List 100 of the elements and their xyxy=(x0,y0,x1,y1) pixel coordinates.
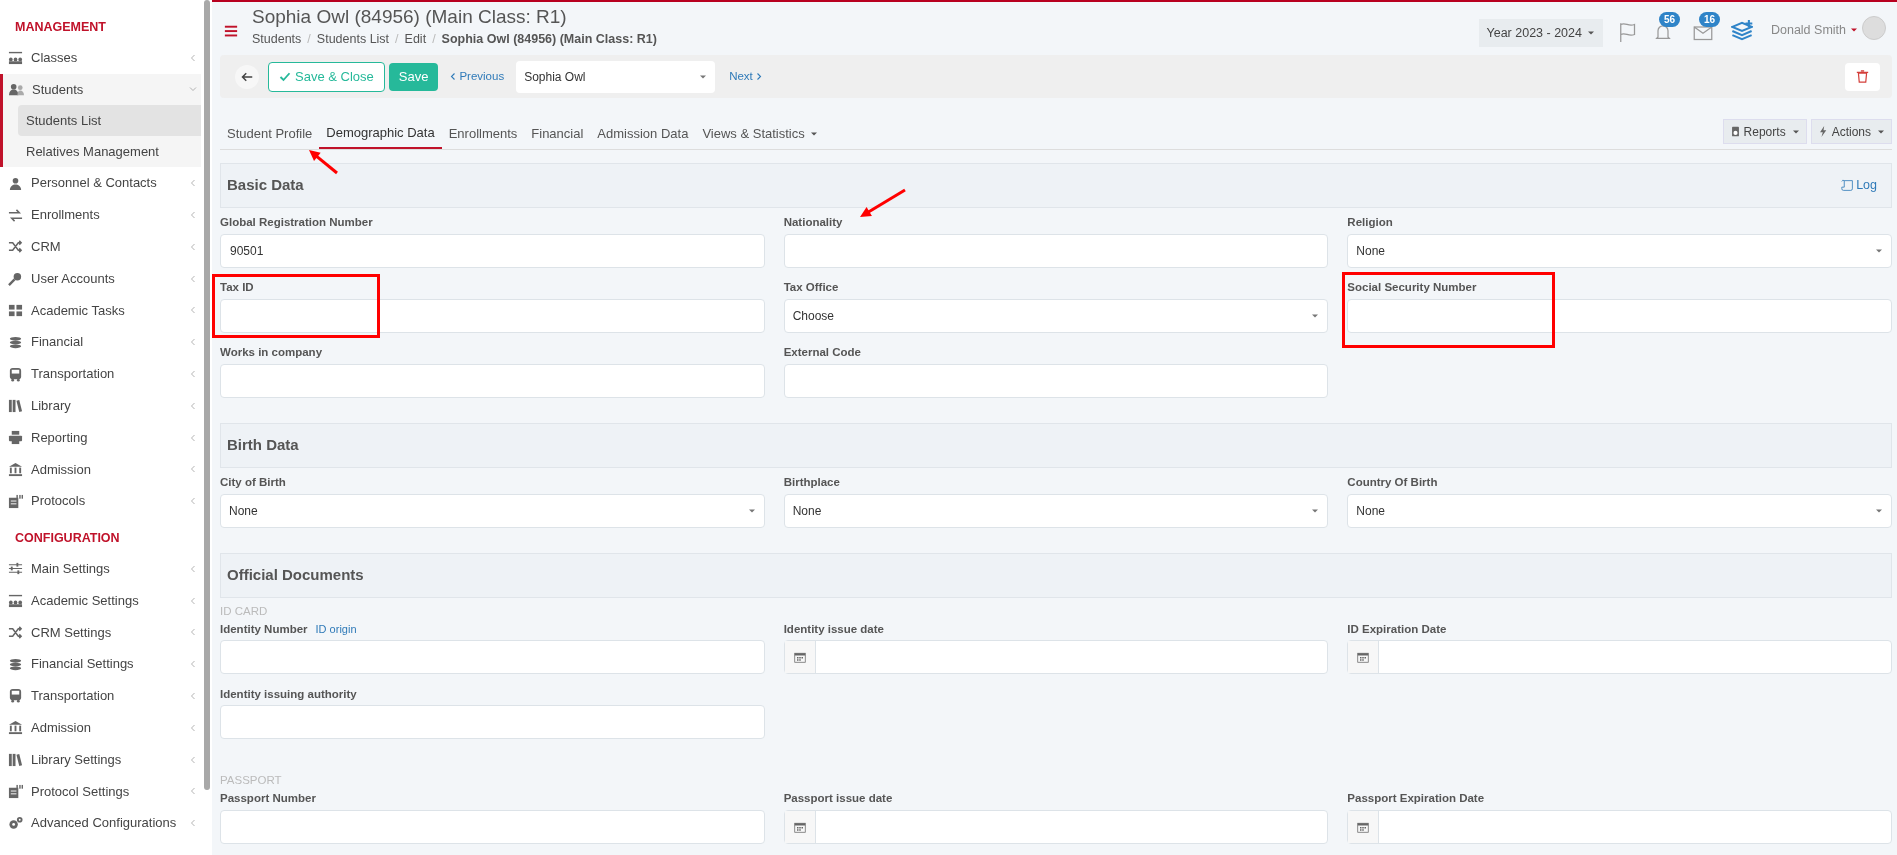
input-field[interactable]: 90501 xyxy=(220,234,765,268)
field-label: Passport Expiration Date xyxy=(1347,790,1485,806)
breadcrumb-link[interactable]: Students List xyxy=(316,30,390,49)
field-label: Birthplace xyxy=(783,475,840,491)
sidebar-item[interactable]: Advanced Configurations xyxy=(0,807,201,840)
scrollbar[interactable] xyxy=(203,0,210,790)
sidebar-item[interactable]: Personnel & Contacts xyxy=(0,167,201,200)
back-button[interactable] xyxy=(235,64,259,89)
tab[interactable]: Enrollments xyxy=(441,118,525,149)
sidebar-subitem[interactable]: Students List xyxy=(18,105,201,137)
input-field[interactable] xyxy=(783,364,1329,398)
chevron-left-icon xyxy=(189,370,197,378)
input-field[interactable] xyxy=(1347,299,1892,333)
caret-down-icon xyxy=(1875,247,1883,255)
sidebar-item[interactable]: Financial xyxy=(0,326,201,359)
calendar-icon xyxy=(793,820,806,833)
sidebar-item[interactable]: CRM xyxy=(0,230,201,263)
sidebar-subitem[interactable]: Relatives Management xyxy=(18,136,201,168)
select-field[interactable]: None xyxy=(1347,234,1892,268)
bank-icon xyxy=(8,461,23,477)
sidebar-item[interactable]: Classes xyxy=(0,41,201,74)
sidebar-item[interactable]: Academic Tasks xyxy=(0,294,201,327)
select-field[interactable]: None xyxy=(220,494,765,528)
chevron-left-icon xyxy=(189,401,197,410)
date-field[interactable] xyxy=(1347,640,1892,675)
tab[interactable]: Views & Statistics xyxy=(695,118,825,149)
section-title: Birth Data xyxy=(227,435,300,456)
input-field[interactable] xyxy=(783,234,1329,268)
calendar-icon xyxy=(793,651,806,664)
tab[interactable]: Student Profile xyxy=(220,118,320,149)
caret-down-icon xyxy=(1586,29,1595,37)
sidebar-item[interactable]: Reporting xyxy=(0,421,201,454)
caret-down-icon xyxy=(1311,312,1320,320)
chevron-left-icon xyxy=(189,819,197,828)
sidebar-item[interactable]: Admission xyxy=(0,711,201,744)
sidebar-item[interactable]: Protocol Settings xyxy=(0,775,201,808)
dropdown-button[interactable]: Actions xyxy=(1810,119,1892,144)
breadcrumb-link[interactable]: Edit xyxy=(404,30,427,49)
field-label: Religion xyxy=(1347,215,1393,231)
printer-icon xyxy=(8,430,23,446)
date-field[interactable] xyxy=(783,809,1329,844)
scroll-icon xyxy=(1841,179,1855,192)
dropdown-button[interactable]: Reports xyxy=(1722,119,1807,144)
sidebar-item[interactable]: Admission xyxy=(0,453,201,486)
previous-link[interactable]: Previous xyxy=(449,67,505,86)
chevron-left-icon xyxy=(189,497,197,506)
field-label: ID Expiration Date xyxy=(1347,621,1447,637)
input-field[interactable] xyxy=(220,299,765,333)
chevron-down-icon xyxy=(189,85,197,94)
swap-arrows-icon xyxy=(8,207,23,223)
next-link[interactable]: Next xyxy=(729,67,763,86)
tab[interactable]: Admission Data xyxy=(590,118,696,149)
layers-plus-icon xyxy=(1730,20,1753,42)
date-field[interactable] xyxy=(783,640,1329,675)
sidebar-item[interactable]: Enrollments xyxy=(0,199,201,231)
annotation-arrow xyxy=(309,150,338,175)
chevron-left-icon xyxy=(189,274,197,283)
input-field[interactable] xyxy=(220,640,765,675)
tab[interactable]: Demographic Data xyxy=(319,118,442,149)
section-heading: CONFIGURATION xyxy=(14,530,121,548)
gears-icon xyxy=(8,815,23,831)
sidebar-item[interactable]: Library xyxy=(0,389,201,422)
coins-icon xyxy=(8,656,23,672)
breadcrumb-separator: / xyxy=(307,31,311,48)
year-selector[interactable]: Year 2023 - 2024 xyxy=(1478,19,1603,47)
sidebar-item[interactable]: Transportation xyxy=(0,358,201,390)
sidebar-item[interactable]: Academic Settings xyxy=(0,584,201,617)
log-link[interactable]: Log xyxy=(1841,176,1877,195)
grid-icon xyxy=(8,302,23,318)
breadcrumb-separator: / xyxy=(395,31,399,48)
field-label: Identity issue date xyxy=(783,621,884,637)
bank-icon xyxy=(8,720,23,736)
input-field[interactable] xyxy=(220,364,765,398)
tab[interactable]: Financial xyxy=(524,118,591,149)
select-field[interactable]: None xyxy=(783,494,1329,528)
chevron-left-icon xyxy=(189,433,197,442)
input-field[interactable] xyxy=(220,705,765,740)
select-field[interactable]: Choose xyxy=(783,299,1329,333)
field-label: Identity issuing authority xyxy=(220,686,357,702)
field-label: Identity Number xyxy=(220,621,308,637)
sidebar-item[interactable]: Students xyxy=(3,73,201,106)
delete-button[interactable] xyxy=(1845,62,1880,91)
file-icon xyxy=(8,493,23,509)
select-field[interactable]: None xyxy=(1347,494,1892,528)
sidebar-item[interactable]: Library Settings xyxy=(0,743,201,776)
caret-down-icon xyxy=(1875,507,1883,515)
student-select[interactable]: Sophia Owl xyxy=(516,60,716,93)
field-label: Global Registration Number xyxy=(220,215,373,231)
user-icon xyxy=(8,175,23,191)
field-link[interactable]: ID origin xyxy=(315,621,357,638)
sidebar-item[interactable]: Financial Settings xyxy=(0,648,201,681)
breadcrumb-link[interactable]: Students xyxy=(252,30,302,49)
date-field[interactable] xyxy=(1347,809,1892,844)
sidebar-item[interactable]: User Accounts xyxy=(0,262,201,295)
books-icon xyxy=(8,752,23,768)
sidebar-item[interactable]: Main Settings xyxy=(0,552,201,585)
sidebar-item[interactable]: Protocols xyxy=(0,485,201,518)
input-field[interactable] xyxy=(220,809,765,844)
sidebar-item[interactable]: Transportation xyxy=(0,680,201,712)
sidebar-item[interactable]: CRM Settings xyxy=(0,616,201,649)
